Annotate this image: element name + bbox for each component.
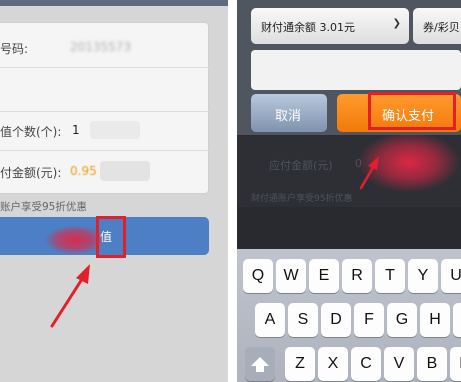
shift-key[interactable]: [245, 347, 275, 381]
key-c[interactable]: C: [351, 347, 381, 381]
key-f[interactable]: F: [354, 303, 384, 337]
keyboard: QWERTYUIOASDFGHJKLZXCVBNM: [237, 207, 461, 382]
key-w[interactable]: W: [276, 259, 306, 293]
key-t[interactable]: T: [375, 259, 405, 293]
key-b[interactable]: B: [417, 347, 447, 381]
key-x[interactable]: X: [318, 347, 348, 381]
key-s[interactable]: S: [288, 303, 318, 337]
key-u[interactable]: U: [441, 259, 461, 293]
keyboard-accessory-bar: [237, 207, 461, 249]
key-g[interactable]: G: [387, 303, 417, 337]
key-q[interactable]: Q: [243, 259, 273, 293]
key-j[interactable]: J: [453, 303, 461, 337]
key-e[interactable]: E: [309, 259, 339, 293]
key-d[interactable]: D: [321, 303, 351, 337]
key-z[interactable]: Z: [285, 347, 315, 381]
key-a[interactable]: A: [255, 303, 285, 337]
right-screen: 财付通余额 3.01元 ❯ 券/彩贝 取消 确认支付 应付金额(元) 0 财付通…: [237, 0, 461, 382]
key-y[interactable]: Y: [408, 259, 438, 293]
key-r[interactable]: R: [342, 259, 372, 293]
left-screen: 号码: 20135573 值个数(个): 1 付金额(元): 0.95 账户享受…: [0, 0, 228, 382]
shift-arrow-icon: [251, 357, 269, 372]
pointer-arrow-icon: [50, 264, 90, 328]
key-h[interactable]: H: [420, 303, 450, 337]
key-n[interactable]: N: [450, 347, 461, 381]
key-v[interactable]: V: [384, 347, 414, 381]
